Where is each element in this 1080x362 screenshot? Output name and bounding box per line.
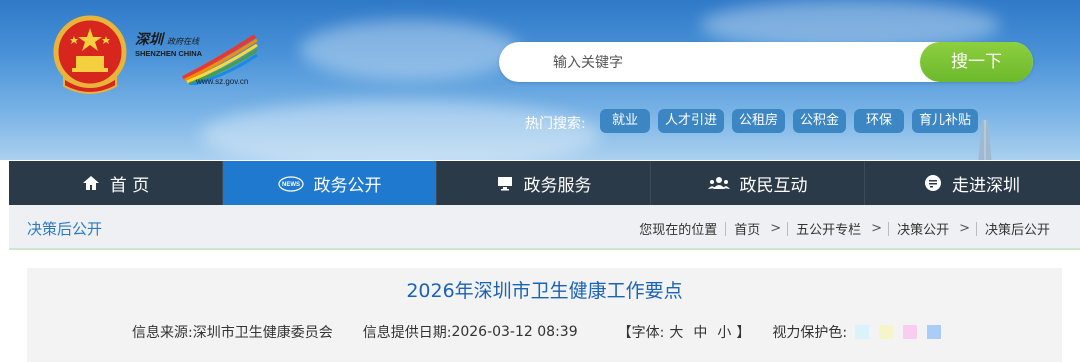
font-size-small[interactable]: 小 bbox=[717, 322, 731, 342]
date-value: 2026-03-12 08:39 bbox=[451, 324, 578, 340]
breadcrumb-item-post-decision[interactable]: 决策后公开 bbox=[985, 219, 1050, 238]
chevron-right-icon: > bbox=[770, 221, 782, 236]
font-size-medium[interactable]: 中 bbox=[693, 322, 707, 342]
site-header: 深圳 政府在线 SHENZHEN CHINA www.sz.gov.cn 搜一下… bbox=[0, 0, 1080, 160]
hot-tag-childcare-subsidy[interactable]: 育儿补贴 bbox=[912, 109, 979, 133]
breadcrumb-divider bbox=[975, 221, 977, 236]
eye-color-yellow[interactable] bbox=[879, 325, 894, 339]
hot-tag-provident-fund[interactable]: 公积金 bbox=[793, 109, 847, 133]
font-size-label: 【字体: bbox=[617, 325, 665, 341]
nav-item-label: 政务公开 bbox=[313, 175, 382, 196]
hot-tag-public-housing[interactable]: 公租房 bbox=[732, 109, 786, 133]
eye-color-cyan[interactable] bbox=[855, 325, 870, 339]
font-size-large[interactable]: 大 bbox=[669, 322, 683, 342]
logo-url: www.sz.gov.cn bbox=[196, 77, 249, 86]
breadcrumb-item-home[interactable]: 首页 bbox=[734, 219, 760, 238]
font-size-close: 】 bbox=[736, 325, 751, 341]
hot-search-label: 热门搜索: bbox=[525, 116, 586, 132]
eye-color-pink[interactable] bbox=[903, 325, 918, 339]
nav-item-label: 政务服务 bbox=[523, 175, 592, 196]
chevron-right-icon: > bbox=[871, 221, 883, 236]
breadcrumb: 您现在的位置 首页 > 五公开专栏 > 决策公开 > 决策后公开 bbox=[639, 219, 1050, 238]
eye-protection-label: 视力保护色: bbox=[772, 325, 848, 341]
hot-search-tags: 就业 人才引进 公租房 公积金 环保 育儿补贴 bbox=[600, 109, 979, 133]
date-label: 信息提供日期: bbox=[362, 325, 452, 341]
eye-color-swatches bbox=[855, 325, 942, 339]
hot-tag-environment[interactable]: 环保 bbox=[854, 109, 905, 133]
section-title: 决策后公开 bbox=[27, 220, 103, 238]
breadcrumb-prefix: 您现在的位置 bbox=[639, 223, 718, 238]
search-box: 搜一下 bbox=[499, 42, 1033, 82]
nav-item-government-affairs[interactable]: NEWS 政务公开 bbox=[223, 161, 437, 205]
skyscraper-decoration bbox=[978, 120, 992, 160]
nav-item-label: 走进深圳 bbox=[952, 175, 1020, 196]
national-emblem-icon bbox=[53, 15, 127, 94]
nav-item-government-services[interactable]: 政务服务 bbox=[437, 161, 651, 205]
nav-item-label: 首 页 bbox=[109, 175, 150, 196]
article-meta: 信息来源: 深圳市卫生健康委员会 信息提供日期: 2026-03-12 08:3… bbox=[132, 322, 942, 342]
eye-color-blue[interactable] bbox=[927, 325, 942, 339]
breadcrumb-item-decision-disclosure[interactable]: 决策公开 bbox=[897, 219, 949, 238]
article-header: 2026年深圳市卫生健康工作要点 信息来源: 深圳市卫生健康委员会 信息提供日期… bbox=[27, 268, 1062, 362]
source-label: 信息来源: bbox=[132, 325, 193, 341]
breadcrumb-item-five-disclosures[interactable]: 五公开专栏 bbox=[796, 219, 861, 238]
breadcrumb-divider bbox=[888, 221, 890, 236]
nav-item-label: 政民互动 bbox=[739, 175, 808, 196]
svg-text:深圳: 深圳 bbox=[135, 32, 166, 48]
home-icon bbox=[82, 176, 99, 190]
svg-text:SHENZHEN CHINA: SHENZHEN CHINA bbox=[135, 49, 203, 58]
nav-item-home[interactable]: 首 页 bbox=[9, 161, 223, 205]
article-title: 2026年深圳市卫生健康工作要点 bbox=[406, 280, 683, 302]
nav-item-about-shenzhen[interactable]: 走进深圳 bbox=[865, 161, 1079, 205]
cloud-decoration bbox=[300, 20, 520, 80]
main-nav: 首 页 NEWS 政务公开 政务服务 政民互动 走进深圳 bbox=[9, 161, 1080, 205]
breadcrumb-bar: 决策后公开 您现在的位置 首页 > 五公开专栏 > 决策公开 > 决策后公开 bbox=[9, 205, 1080, 250]
hot-tag-talent[interactable]: 人才引进 bbox=[658, 109, 725, 133]
news-icon: NEWS bbox=[277, 176, 304, 192]
breadcrumb-divider bbox=[725, 221, 727, 236]
svg-text:NEWS: NEWS bbox=[282, 182, 300, 188]
search-input[interactable] bbox=[551, 52, 915, 74]
people-icon bbox=[707, 177, 730, 189]
monitor-icon bbox=[497, 177, 512, 191]
svg-text:政府在线: 政府在线 bbox=[167, 37, 200, 46]
source-value: 深圳市卫生健康委员会 bbox=[192, 325, 333, 341]
nav-item-public-interaction[interactable]: 政民互动 bbox=[651, 161, 865, 205]
search-button[interactable]: 搜一下 bbox=[920, 42, 1033, 82]
breadcrumb-divider bbox=[787, 221, 789, 236]
chevron-right-icon: > bbox=[959, 221, 970, 236]
hot-tag-employment[interactable]: 就业 bbox=[600, 109, 650, 133]
info-icon bbox=[925, 175, 941, 191]
